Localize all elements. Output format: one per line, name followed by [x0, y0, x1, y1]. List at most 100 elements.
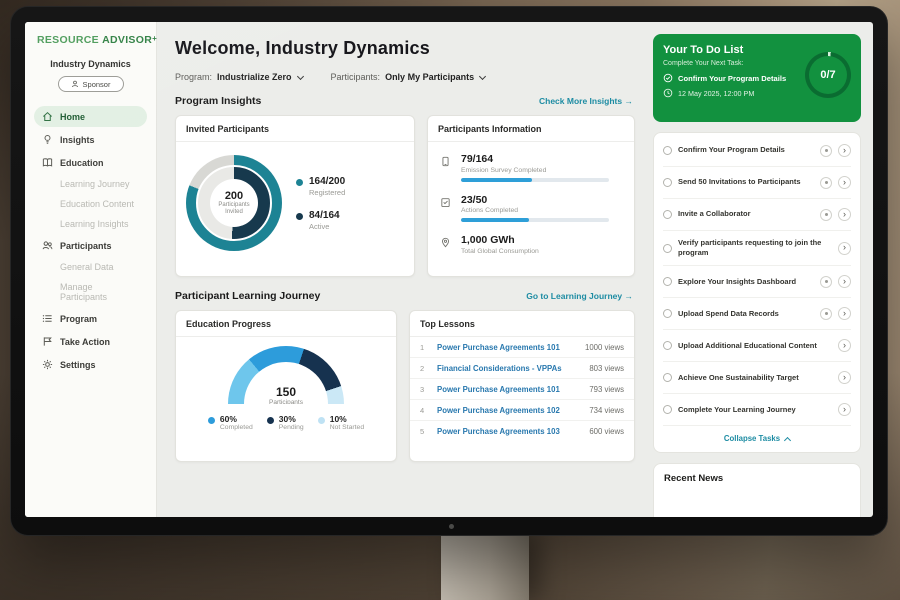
- task-checkbox[interactable]: [663, 210, 672, 219]
- card-title: Top Lessons: [410, 311, 634, 337]
- task-label: Invite a Collaborator: [678, 209, 814, 219]
- task-detail-icon[interactable]: [820, 145, 832, 157]
- task-checkbox[interactable]: [663, 405, 672, 414]
- lesson-link[interactable]: Power Purchase Agreements 103: [437, 427, 580, 436]
- task-checkbox[interactable]: [663, 178, 672, 187]
- collapse-tasks-link[interactable]: Collapse Tasks: [663, 426, 851, 448]
- task-detail-icon[interactable]: [820, 308, 832, 320]
- participants-dropdown[interactable]: Participants: Only My Participants: [331, 72, 486, 82]
- task-label: Confirm Your Program Details: [678, 145, 814, 155]
- learning-cards-row: Education Progress 150 Participants: [175, 310, 635, 462]
- legend-value: 164/200: [309, 176, 345, 187]
- sidebar-item-education[interactable]: Education: [34, 152, 147, 173]
- task-checkbox[interactable]: [663, 244, 672, 253]
- task-checkbox[interactable]: [663, 341, 672, 350]
- sidebar-item-label: Program: [60, 314, 97, 324]
- sidebar-item-insights[interactable]: Insights: [34, 129, 147, 150]
- legend-item-active: 84/164 Active: [296, 210, 345, 231]
- legend-value: 60%: [220, 414, 253, 424]
- right-panel: Your To Do List Complete Your Next Task:…: [649, 22, 873, 517]
- lesson-row: 3 Power Purchase Agreements 101 793 view…: [410, 379, 634, 400]
- sidebar-item-label: Settings: [60, 360, 96, 370]
- chevron-right-icon[interactable]: [838, 144, 851, 157]
- chevron-right-icon[interactable]: [838, 371, 851, 384]
- sidebar-item-label: Participants: [60, 241, 112, 251]
- participants-information-card: Participants Information 79/164 Emission…: [427, 115, 635, 277]
- sidebar-item-home[interactable]: Home: [34, 106, 147, 127]
- sidebar-item-label: Education Content: [60, 199, 134, 209]
- sidebar-item-label: General Data: [60, 262, 114, 272]
- lesson-link[interactable]: Financial Considerations - VPPAs: [437, 364, 580, 373]
- chevron-right-icon[interactable]: [838, 403, 851, 416]
- sidebar-item-label: Manage Participants: [60, 282, 139, 302]
- task-row[interactable]: Upload Spend Data Records: [663, 298, 851, 330]
- task-row[interactable]: Explore Your Insights Dashboard: [663, 266, 851, 298]
- sidebar-item-education-content[interactable]: Education Content: [34, 195, 147, 213]
- gauge-center: 150 Participants: [228, 385, 344, 404]
- brand-primary: RESOURCE: [37, 34, 99, 46]
- stat-label: Emission Survey Completed: [461, 167, 609, 174]
- donut-center: 200 Participants Invited: [210, 179, 258, 227]
- task-checkbox[interactable]: [663, 146, 672, 155]
- participants-value: Only My Participants: [385, 72, 474, 82]
- people-icon: [42, 240, 53, 251]
- chevron-right-icon[interactable]: [838, 242, 851, 255]
- monitor-stand: [441, 533, 529, 600]
- list-icon: [42, 313, 53, 324]
- program-dropdown[interactable]: Program: Industrialize Zero: [175, 72, 303, 82]
- sidebar-item-manage-participants[interactable]: Manage Participants: [34, 278, 147, 306]
- education-progress-gauge-chart: 150 Participants: [228, 346, 344, 404]
- task-label: Upload Additional Educational Content: [678, 341, 832, 351]
- sidebar: RESOURCE ADVISOR+ Industry Dynamics Spon…: [25, 22, 157, 517]
- sidebar-item-take-action[interactable]: Take Action: [34, 331, 147, 352]
- sidebar-item-program[interactable]: Program: [34, 308, 147, 329]
- legend-value: 84/164: [309, 210, 340, 221]
- brand-secondary: ADVISOR: [102, 34, 152, 46]
- monitor: RESOURCE ADVISOR+ Industry Dynamics Spon…: [10, 6, 888, 536]
- invited-participants-donut-chart: 200 Participants Invited: [186, 155, 282, 251]
- sidebar-item-label: Take Action: [60, 337, 110, 347]
- chevron-right-icon[interactable]: [838, 307, 851, 320]
- task-row[interactable]: Achieve One Sustainability Target: [663, 362, 851, 394]
- task-row[interactable]: Verify participants requesting to join t…: [663, 231, 851, 266]
- chevron-right-icon[interactable]: [838, 275, 851, 288]
- donut-legend: 164/200 Registered 84/164 Active: [296, 176, 345, 231]
- invited-participants-body: 200 Participants Invited 164/200 Registe…: [176, 142, 414, 264]
- lesson-views: 734 views: [589, 406, 624, 415]
- task-row[interactable]: Send 50 Invitations to Participants: [663, 167, 851, 199]
- task-detail-icon[interactable]: [820, 177, 832, 189]
- checklist-icon: [440, 194, 452, 223]
- task-label: Complete Your Learning Journey: [678, 405, 832, 415]
- chevron-right-icon[interactable]: [838, 208, 851, 221]
- chevron-right-icon[interactable]: [838, 176, 851, 189]
- check-more-insights-link[interactable]: Check More Insights: [539, 96, 633, 106]
- task-row[interactable]: Upload Additional Educational Content: [663, 330, 851, 362]
- task-row[interactable]: Confirm Your Program Details: [663, 135, 851, 167]
- legend-label: Not Started: [330, 424, 364, 431]
- sidebar-item-learning-insights[interactable]: Learning Insights: [34, 215, 147, 233]
- task-row[interactable]: Invite a Collaborator: [663, 199, 851, 231]
- stat-label: Actions Completed: [461, 207, 609, 214]
- lesson-views: 803 views: [589, 364, 624, 373]
- task-detail-icon[interactable]: [820, 276, 832, 288]
- lesson-link[interactable]: Power Purchase Agreements 102: [437, 406, 580, 415]
- sidebar-item-learning-journey[interactable]: Learning Journey: [34, 175, 147, 193]
- collapse-tasks-label: Collapse Tasks: [724, 434, 780, 443]
- lesson-views: 1000 views: [585, 343, 624, 352]
- sidebar-item-settings[interactable]: Settings: [34, 354, 147, 375]
- chevron-down-icon: [479, 72, 486, 79]
- sidebar-item-participants[interactable]: Participants: [34, 235, 147, 256]
- task-checkbox[interactable]: [663, 277, 672, 286]
- chevron-right-icon[interactable]: [838, 339, 851, 352]
- survey-icon: [440, 153, 452, 182]
- lesson-link[interactable]: Power Purchase Agreements 101: [437, 385, 580, 394]
- task-row[interactable]: Complete Your Learning Journey: [663, 394, 851, 426]
- task-checkbox[interactable]: [663, 373, 672, 382]
- lesson-link[interactable]: Power Purchase Agreements 101: [437, 343, 576, 352]
- task-detail-icon[interactable]: [820, 209, 832, 221]
- todo-next-task-label: Confirm Your Program Details: [678, 74, 786, 83]
- sidebar-item-general-data[interactable]: General Data: [34, 258, 147, 276]
- go-to-learning-journey-link[interactable]: Go to Learning Journey: [526, 291, 633, 301]
- task-checkbox[interactable]: [663, 309, 672, 318]
- sponsor-badge: Sponsor: [58, 76, 124, 92]
